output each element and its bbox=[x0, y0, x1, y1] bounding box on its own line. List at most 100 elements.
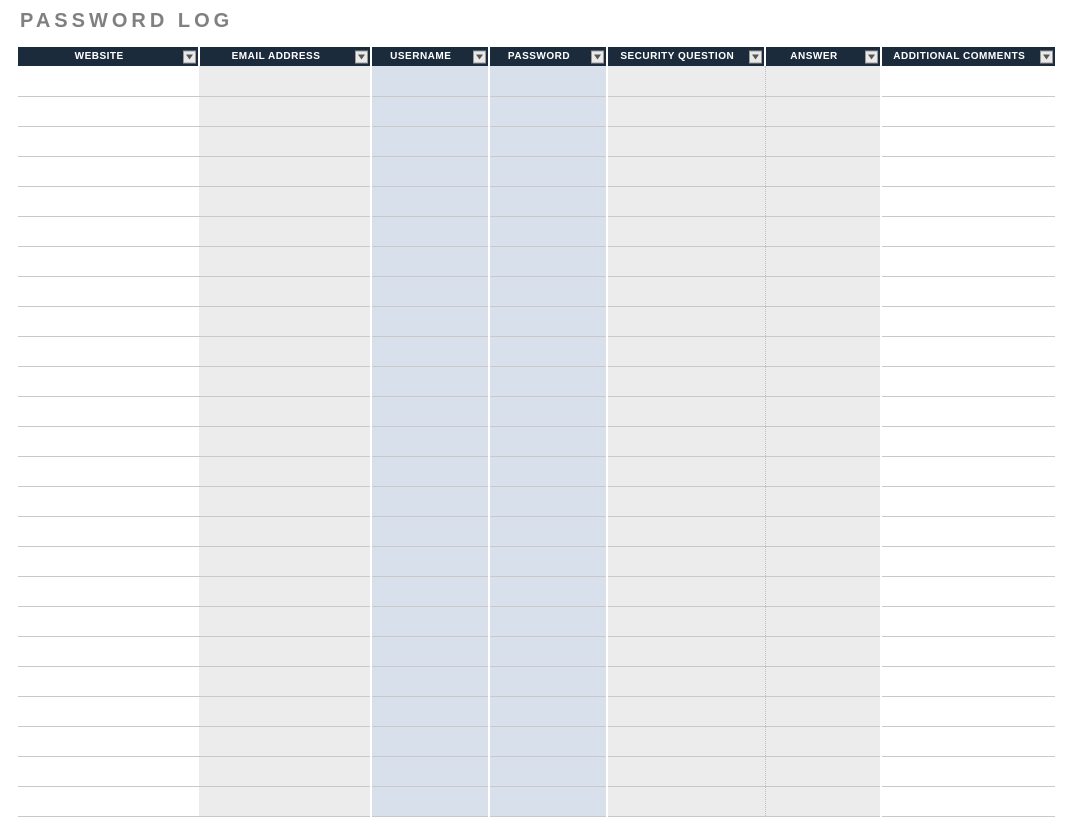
cell-security[interactable] bbox=[607, 576, 765, 606]
cell-email[interactable] bbox=[199, 516, 370, 546]
cell-answer[interactable] bbox=[765, 606, 880, 636]
cell-comments[interactable] bbox=[881, 666, 1055, 696]
cell-answer[interactable] bbox=[765, 66, 880, 96]
cell-email[interactable] bbox=[199, 216, 370, 246]
cell-username[interactable] bbox=[371, 396, 489, 426]
cell-password[interactable] bbox=[489, 306, 607, 336]
cell-answer[interactable] bbox=[765, 786, 880, 816]
cell-username[interactable] bbox=[371, 786, 489, 816]
cell-answer[interactable] bbox=[765, 96, 880, 126]
cell-username[interactable] bbox=[371, 696, 489, 726]
cell-answer[interactable] bbox=[765, 126, 880, 156]
cell-comments[interactable] bbox=[881, 456, 1055, 486]
cell-email[interactable] bbox=[199, 576, 370, 606]
filter-button-email[interactable] bbox=[355, 50, 368, 63]
cell-answer[interactable] bbox=[765, 636, 880, 666]
cell-answer[interactable] bbox=[765, 276, 880, 306]
cell-password[interactable] bbox=[489, 426, 607, 456]
cell-security[interactable] bbox=[607, 486, 765, 516]
cell-answer[interactable] bbox=[765, 366, 880, 396]
cell-answer[interactable] bbox=[765, 486, 880, 516]
cell-username[interactable] bbox=[371, 246, 489, 276]
cell-answer[interactable] bbox=[765, 306, 880, 336]
cell-comments[interactable] bbox=[881, 636, 1055, 666]
cell-comments[interactable] bbox=[881, 186, 1055, 216]
cell-username[interactable] bbox=[371, 126, 489, 156]
cell-answer[interactable] bbox=[765, 516, 880, 546]
cell-website[interactable] bbox=[18, 306, 199, 336]
cell-comments[interactable] bbox=[881, 396, 1055, 426]
cell-security[interactable] bbox=[607, 396, 765, 426]
filter-button-website[interactable] bbox=[183, 50, 196, 63]
cell-answer[interactable] bbox=[765, 426, 880, 456]
cell-website[interactable] bbox=[18, 546, 199, 576]
cell-comments[interactable] bbox=[881, 246, 1055, 276]
cell-answer[interactable] bbox=[765, 396, 880, 426]
cell-security[interactable] bbox=[607, 666, 765, 696]
cell-password[interactable] bbox=[489, 246, 607, 276]
cell-website[interactable] bbox=[18, 396, 199, 426]
cell-security[interactable] bbox=[607, 156, 765, 186]
cell-answer[interactable] bbox=[765, 156, 880, 186]
cell-username[interactable] bbox=[371, 366, 489, 396]
cell-comments[interactable] bbox=[881, 576, 1055, 606]
cell-comments[interactable] bbox=[881, 276, 1055, 306]
cell-username[interactable] bbox=[371, 726, 489, 756]
cell-password[interactable] bbox=[489, 516, 607, 546]
filter-button-answer[interactable] bbox=[865, 50, 878, 63]
cell-email[interactable] bbox=[199, 486, 370, 516]
cell-website[interactable] bbox=[18, 726, 199, 756]
cell-password[interactable] bbox=[489, 336, 607, 366]
cell-email[interactable] bbox=[199, 666, 370, 696]
cell-username[interactable] bbox=[371, 216, 489, 246]
filter-button-comments[interactable] bbox=[1040, 50, 1053, 63]
cell-username[interactable] bbox=[371, 186, 489, 216]
filter-button-security[interactable] bbox=[749, 50, 762, 63]
cell-email[interactable] bbox=[199, 636, 370, 666]
cell-security[interactable] bbox=[607, 756, 765, 786]
cell-password[interactable] bbox=[489, 606, 607, 636]
cell-username[interactable] bbox=[371, 606, 489, 636]
cell-security[interactable] bbox=[607, 786, 765, 816]
cell-website[interactable] bbox=[18, 366, 199, 396]
cell-answer[interactable] bbox=[765, 216, 880, 246]
cell-password[interactable] bbox=[489, 156, 607, 186]
cell-email[interactable] bbox=[199, 306, 370, 336]
cell-password[interactable] bbox=[489, 756, 607, 786]
cell-email[interactable] bbox=[199, 336, 370, 366]
cell-email[interactable] bbox=[199, 726, 370, 756]
cell-website[interactable] bbox=[18, 486, 199, 516]
cell-answer[interactable] bbox=[765, 576, 880, 606]
cell-password[interactable] bbox=[489, 726, 607, 756]
cell-username[interactable] bbox=[371, 276, 489, 306]
cell-password[interactable] bbox=[489, 636, 607, 666]
cell-email[interactable] bbox=[199, 126, 370, 156]
cell-security[interactable] bbox=[607, 366, 765, 396]
cell-comments[interactable] bbox=[881, 216, 1055, 246]
cell-email[interactable] bbox=[199, 96, 370, 126]
cell-website[interactable] bbox=[18, 786, 199, 816]
cell-email[interactable] bbox=[199, 246, 370, 276]
cell-username[interactable] bbox=[371, 66, 489, 96]
cell-comments[interactable] bbox=[881, 606, 1055, 636]
cell-username[interactable] bbox=[371, 456, 489, 486]
cell-website[interactable] bbox=[18, 666, 199, 696]
column-header-website[interactable]: WEBSITE bbox=[18, 47, 199, 66]
cell-security[interactable] bbox=[607, 606, 765, 636]
cell-security[interactable] bbox=[607, 516, 765, 546]
cell-answer[interactable] bbox=[765, 666, 880, 696]
cell-username[interactable] bbox=[371, 336, 489, 366]
cell-answer[interactable] bbox=[765, 546, 880, 576]
cell-email[interactable] bbox=[199, 156, 370, 186]
cell-website[interactable] bbox=[18, 246, 199, 276]
cell-email[interactable] bbox=[199, 426, 370, 456]
cell-password[interactable] bbox=[489, 276, 607, 306]
cell-username[interactable] bbox=[371, 306, 489, 336]
cell-password[interactable] bbox=[489, 666, 607, 696]
cell-email[interactable] bbox=[199, 396, 370, 426]
cell-answer[interactable] bbox=[765, 726, 880, 756]
cell-comments[interactable] bbox=[881, 156, 1055, 186]
cell-website[interactable] bbox=[18, 66, 199, 96]
cell-password[interactable] bbox=[489, 126, 607, 156]
cell-website[interactable] bbox=[18, 606, 199, 636]
